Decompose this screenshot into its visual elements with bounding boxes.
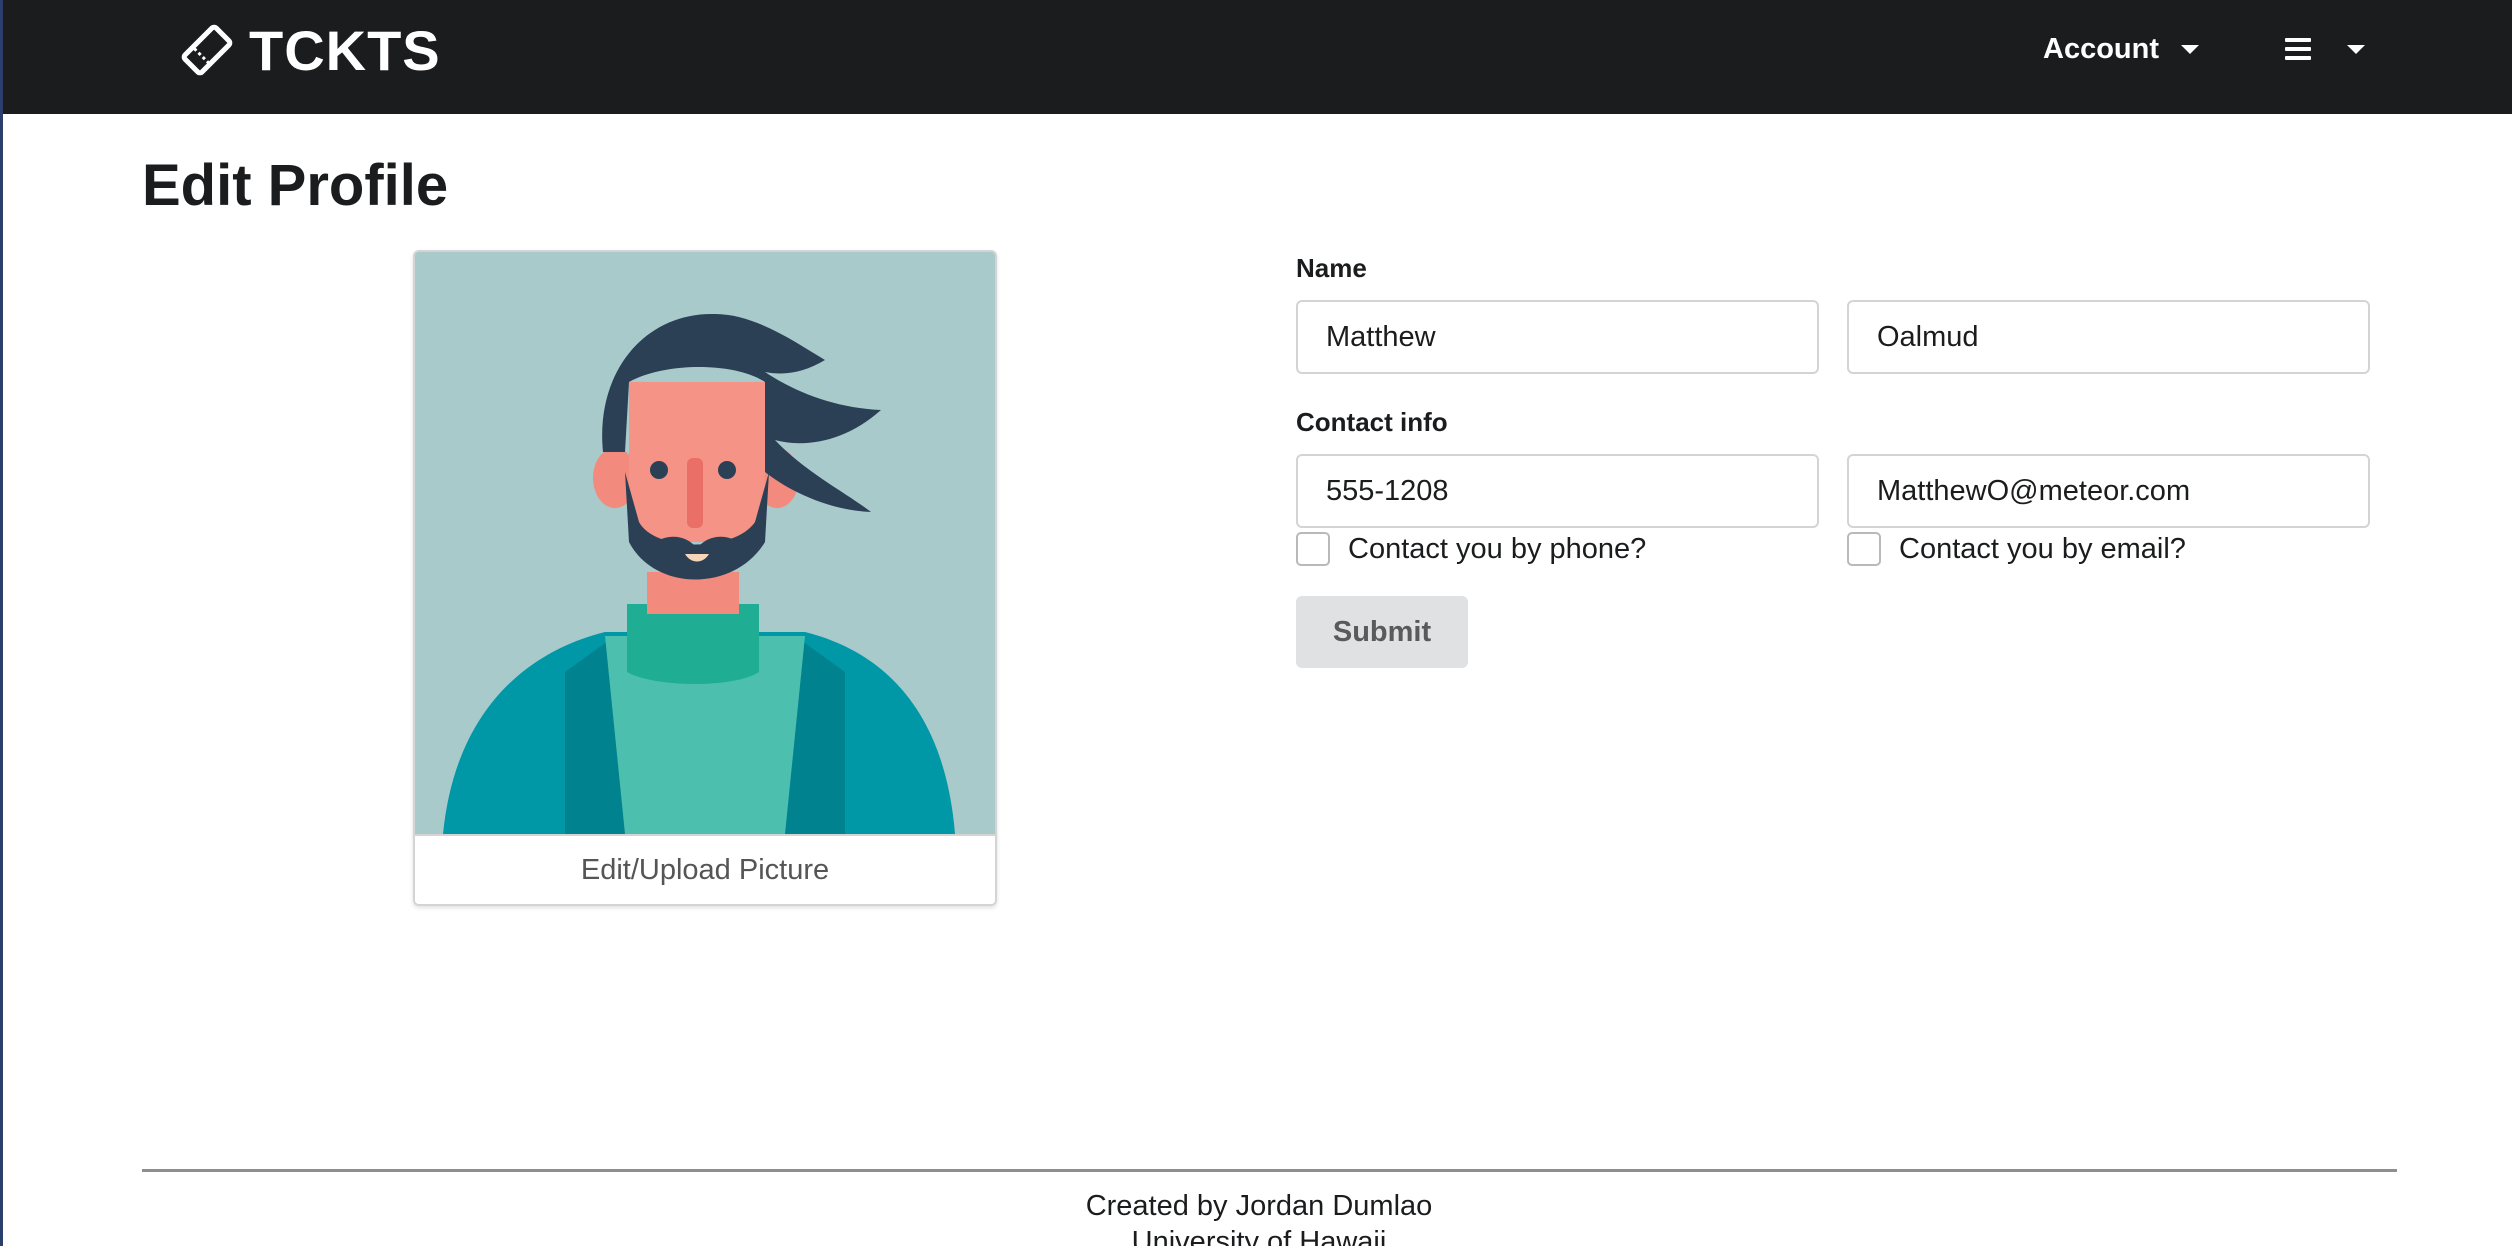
brand-link[interactable]: TCKTS [179,18,441,82]
chevron-down-icon [2347,44,2365,54]
phone-field[interactable] [1296,454,1819,528]
name-label: Name [1296,253,1367,283]
email-field[interactable] [1847,454,2370,528]
first-name-field[interactable] [1296,300,1819,374]
contact-by-phone-checkbox[interactable]: Contact you by phone? [1296,532,1819,566]
edit-upload-picture-button[interactable]: Edit/Upload Picture [415,834,995,904]
contact-by-email-checkbox[interactable]: Contact you by email? [1847,532,2370,566]
footer-divider [142,1169,2397,1172]
navbar: TCKTS Account [3,0,2512,114]
checkbox-box[interactable] [1847,532,1881,566]
submit-button[interactable]: Submit [1296,596,1468,668]
contact-info-label: Contact info [1296,407,1448,437]
hamburger-icon [2285,38,2311,60]
account-label: Account [2043,32,2159,65]
contact-by-email-label: Contact you by email? [1899,532,2186,565]
edit-profile-form: Name Contact info Contact you by phone? … [1296,250,2370,668]
last-name-field[interactable] [1847,300,2370,374]
chevron-down-icon [2181,44,2199,54]
footer: Created by Jordan Dumlao University of H… [3,1188,2512,1246]
account-dropdown[interactable]: Account [2043,26,2199,72]
name-row [1296,300,2370,374]
footer-university: University of Hawaii [1131,1226,1387,1246]
brand-name: TCKTS [249,18,441,82]
page: TCKTS Account Edit Profile Edit/Upload P… [0,0,2512,1246]
ticket-icon [181,24,233,76]
menu-dropdown[interactable] [2285,26,2365,72]
contact-row [1296,454,2370,528]
avatar [415,252,995,834]
contact-by-phone-label: Contact you by phone? [1348,532,1647,565]
page-title: Edit Profile [142,153,449,218]
contact-preferences-row: Contact you by phone? Contact you by ema… [1296,532,2370,566]
footer-credit: Created by Jordan Dumlao [1085,1190,1433,1222]
checkbox-box[interactable] [1296,532,1330,566]
profile-card: Edit/Upload Picture [413,250,997,906]
